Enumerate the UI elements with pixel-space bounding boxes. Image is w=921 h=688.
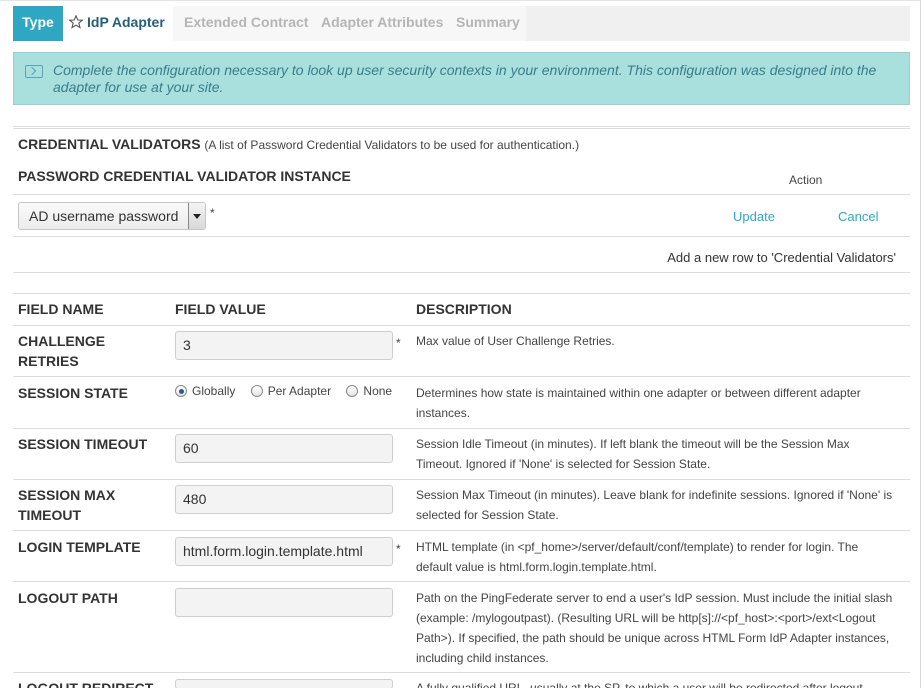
star-icon (69, 15, 83, 29)
divider (13, 428, 910, 429)
divider (13, 128, 910, 129)
session-timeout-label: SESSION TIMEOUT (18, 436, 148, 452)
login-template-input[interactable]: html.form.login.template.html (175, 537, 393, 566)
radio-checked-icon (175, 385, 187, 397)
radio-label: Globally (192, 384, 236, 398)
field-name-line: TIMEOUT (18, 507, 81, 523)
divider (13, 325, 910, 326)
required-mark: * (396, 336, 401, 350)
challenge-retries-input[interactable]: 3 (175, 331, 393, 360)
info-icon (25, 65, 43, 78)
field-name-line: CHALLENGE (18, 333, 106, 349)
field-value-header: FIELD VALUE (175, 301, 266, 317)
divider (13, 376, 910, 377)
radio-unchecked-icon (250, 385, 263, 397)
validator-instance-selected: AD username password (29, 208, 179, 224)
logout-redirect-input[interactable] (175, 679, 393, 688)
radio-label: None (363, 384, 393, 398)
divider (13, 236, 910, 237)
tab-idp-adapter[interactable]: IdP Adapter (63, 6, 173, 41)
logout-path-description: Path on the PingFederate server to end a… (416, 591, 893, 665)
session-timeout-description: Session Idle Timeout (in minutes). If le… (416, 437, 850, 471)
info-banner: Complete the configuration necessary to … (13, 52, 910, 105)
credential-validators-title: CREDENTIAL VALIDATORS (18, 136, 201, 152)
session-max-timeout-input[interactable]: 480 (175, 485, 393, 514)
divider (13, 272, 910, 273)
logout-redirect-label: LOGOUT REDIRECT (18, 680, 154, 688)
tab-adapter-attributes[interactable]: Adapter Attributes (311, 6, 446, 41)
cancel-link[interactable]: Cancel (838, 209, 878, 224)
session-state-label: SESSION STATE (18, 385, 128, 401)
divider (13, 293, 910, 294)
tab-summary-label: Summary (456, 14, 520, 30)
divider (13, 530, 910, 531)
credential-validators-note: (A list of Password Credential Validator… (204, 138, 580, 152)
required-mark: * (210, 206, 215, 220)
challenge-retries-label: CHALLENGE RETRIES (18, 331, 105, 371)
tab-idp-adapter-label: IdP Adapter (87, 14, 165, 30)
add-row-link[interactable]: Add a new row to 'Credential Validators' (667, 250, 896, 265)
required-mark: * (396, 542, 401, 556)
validator-instance-header: PASSWORD CREDENTIAL VALIDATOR INSTANCE (18, 168, 351, 184)
session-state-none-radio[interactable]: None (346, 384, 392, 398)
tab-type[interactable]: Type (13, 6, 63, 41)
tab-summary[interactable]: Summary (446, 6, 526, 41)
login-template-description: HTML template (in <pf_home>/server/defau… (416, 540, 859, 574)
session-state-per-adapter-radio[interactable]: Per Adapter (250, 384, 332, 398)
tab-extended-contract[interactable]: Extended Contract (173, 6, 311, 41)
field-name-line: SESSION MAX (18, 487, 116, 503)
divider (13, 194, 910, 195)
session-max-timeout-description: Session Max Timeout (in minutes). Leave … (416, 488, 893, 522)
tab-type-label: Type (22, 14, 54, 30)
session-max-timeout-label: SESSION MAX TIMEOUT (18, 485, 115, 525)
session-state-radio-group: Globally Per Adapter None (175, 384, 404, 398)
credential-validators-heading: CREDENTIAL VALIDATORS (A list of Passwor… (18, 136, 579, 152)
page-frame: Type IdP Adapter Extended Contract Adapt… (0, 0, 921, 688)
session-state-description: Determines how state is maintained withi… (416, 386, 861, 420)
chevron-down-icon[interactable] (188, 203, 205, 229)
action-header: Action (789, 173, 823, 187)
divider (13, 479, 910, 480)
logout-redirect-description: A fully qualified URL, usually at the SP… (416, 681, 867, 688)
tab-extended-contract-label: Extended Contract (184, 14, 309, 30)
session-state-globally-radio[interactable]: Globally (175, 384, 235, 398)
wizard-tabs: Type IdP Adapter Extended Contract Adapt… (13, 6, 910, 41)
radio-unchecked-icon (346, 385, 359, 397)
login-template-label: LOGIN TEMPLATE (18, 539, 141, 555)
logout-path-label: LOGOUT PATH (18, 590, 118, 606)
validator-instance-select[interactable]: AD username password (18, 202, 206, 230)
tab-adapter-attributes-label: Adapter Attributes (321, 14, 444, 30)
field-name-line: RETRIES (18, 353, 79, 369)
radio-label: Per Adapter (267, 384, 332, 398)
divider (13, 581, 910, 582)
divider (13, 126, 910, 127)
info-banner-text: Complete the configuration necessary to … (53, 62, 877, 95)
session-timeout-input[interactable]: 60 (175, 434, 393, 463)
update-link[interactable]: Update (733, 209, 775, 224)
divider (13, 672, 910, 673)
description-header: DESCRIPTION (416, 301, 512, 317)
field-name-header: FIELD NAME (18, 301, 104, 317)
logout-path-input[interactable] (175, 588, 393, 617)
challenge-retries-description: Max value of User Challenge Retries. (416, 334, 615, 348)
